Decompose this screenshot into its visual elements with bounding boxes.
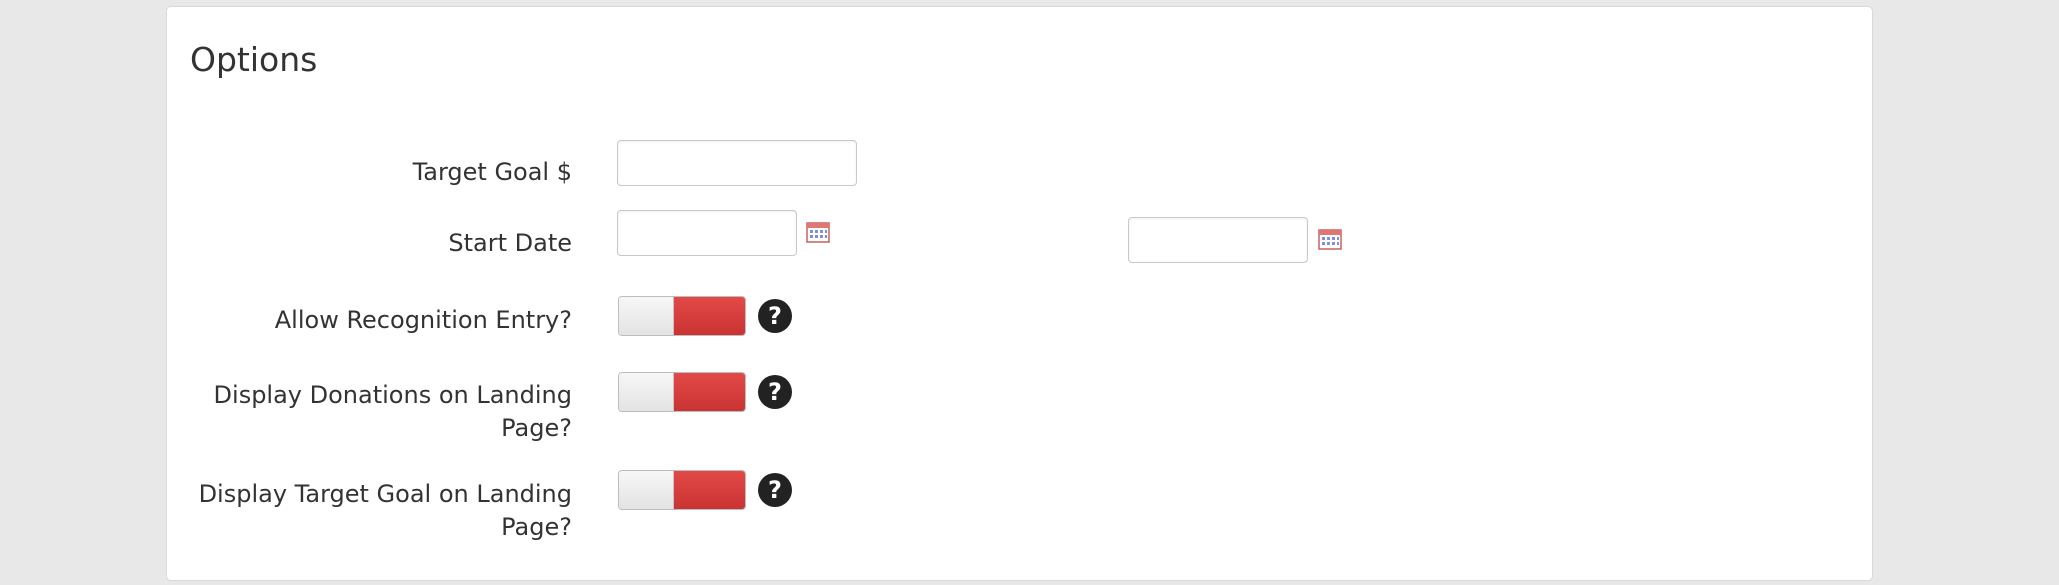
allow-recognition-help-icon[interactable]: ? bbox=[758, 299, 792, 333]
start-date-input[interactable] bbox=[617, 210, 797, 256]
display-donations-toggle[interactable] bbox=[618, 372, 746, 412]
display-donations-label-line1: Display Donations on Landing bbox=[213, 381, 572, 409]
display-target-goal-label-line2: Page? bbox=[501, 513, 572, 541]
start-date-calendar-icon[interactable] bbox=[806, 221, 830, 243]
toggle-knob bbox=[619, 297, 674, 335]
display-target-goal-label-line1: Display Target Goal on Landing bbox=[198, 480, 572, 508]
display-target-goal-help-icon[interactable]: ? bbox=[758, 473, 792, 507]
end-date-calendar-icon[interactable] bbox=[1318, 228, 1342, 250]
toggle-track-off bbox=[674, 373, 745, 411]
display-donations-label-line2: Page? bbox=[501, 414, 572, 442]
options-panel: Options Target Goal $ Start Date End Dat… bbox=[166, 6, 1873, 581]
target-goal-label: Target Goal $ bbox=[412, 158, 572, 186]
toggle-knob bbox=[619, 373, 674, 411]
panel-title: Options bbox=[190, 40, 318, 79]
allow-recognition-toggle[interactable] bbox=[618, 296, 746, 336]
target-goal-input[interactable] bbox=[617, 140, 857, 186]
start-date-label: Start Date bbox=[448, 229, 572, 257]
display-target-goal-toggle[interactable] bbox=[618, 470, 746, 510]
toggle-track-off bbox=[674, 297, 745, 335]
end-date-input[interactable] bbox=[1128, 217, 1308, 263]
toggle-track-off bbox=[674, 471, 745, 509]
display-target-goal-label: Display Target Goal on Landing Page? bbox=[167, 478, 572, 544]
allow-recognition-label: Allow Recognition Entry? bbox=[274, 306, 572, 334]
display-donations-help-icon[interactable]: ? bbox=[758, 375, 792, 409]
display-donations-label: Display Donations on Landing Page? bbox=[167, 379, 572, 445]
toggle-knob bbox=[619, 471, 674, 509]
